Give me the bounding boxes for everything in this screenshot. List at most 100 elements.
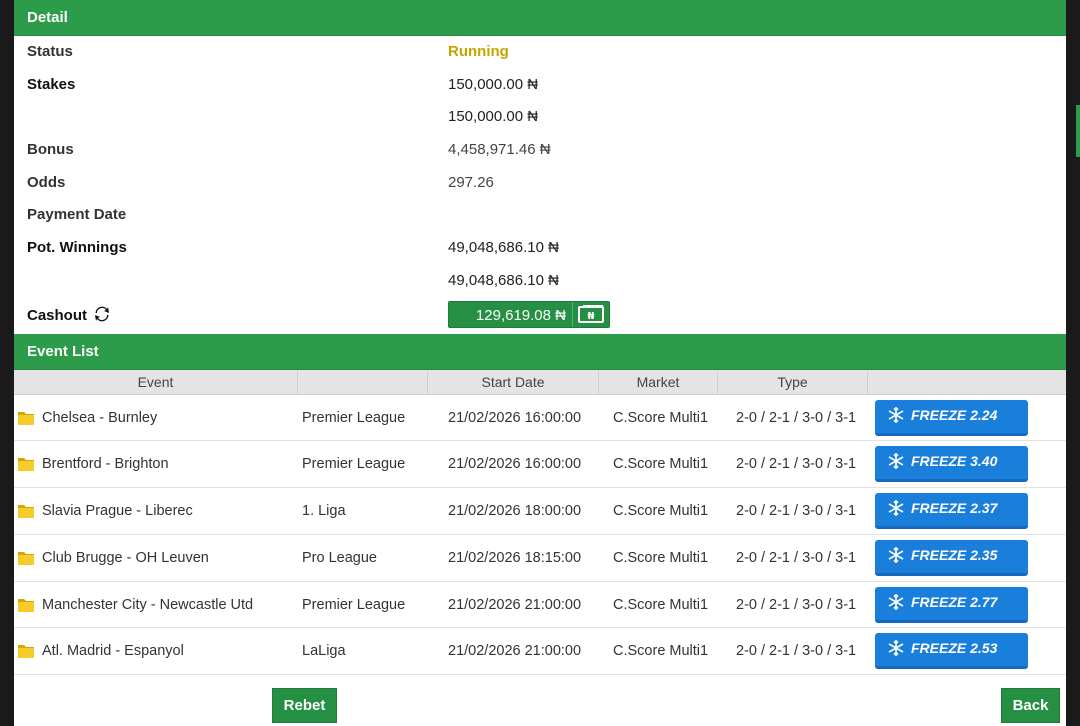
freeze-button[interactable]: FREEZE 2.77 — [875, 586, 1028, 623]
event-type: 2-0 / 2-1 / 3-0 / 3-1 — [736, 503, 857, 520]
bonus-label: Bonus — [27, 141, 74, 159]
event-name[interactable]: Club Brugge - OH Leuven — [42, 535, 209, 581]
snowflake-icon — [888, 546, 904, 563]
event-market: C.Score Multi1 — [613, 596, 709, 613]
event-table-header: Event Start Date Market Type — [14, 369, 1066, 395]
event-market: C.Score Multi1 — [613, 503, 709, 520]
freeze-button[interactable]: FREEZE 2.37 — [875, 493, 1028, 530]
snowflake-icon — [888, 453, 904, 470]
event-market: C.Score Multi1 — [613, 409, 709, 426]
event-rows: Chelsea - Burnley Premier League 21/02/2… — [14, 395, 1066, 676]
back-button[interactable]: Back — [1001, 688, 1060, 723]
snowflake-icon — [888, 593, 904, 610]
event-date: 21/02/2026 18:00:00 — [448, 503, 582, 520]
stakes-label: Stakes — [27, 75, 76, 93]
cashout-label-group: Cashout — [27, 298, 110, 334]
event-market: C.Score Multi1 — [613, 549, 709, 566]
bonus-value: 4,458,971.46 ₦ — [448, 141, 551, 159]
event-market: C.Score Multi1 — [613, 456, 709, 473]
freeze-button[interactable]: FREEZE 3.40 — [875, 446, 1028, 483]
odds-value: 297.26 — [448, 173, 494, 191]
event-name[interactable]: Slavia Prague - Liberec — [42, 488, 193, 534]
table-row: Club Brugge - OH Leuven Pro League 21/02… — [14, 535, 1066, 582]
event-league: Premier League — [302, 456, 406, 473]
event-name[interactable]: Manchester City - Newcastle Utd — [42, 582, 253, 628]
table-row: Atl. Madrid - Espanyol LaLiga 21/02/2026… — [14, 628, 1066, 676]
table-row: Slavia Prague - Liberec 1. Liga 21/02/20… — [14, 488, 1066, 535]
table-row: Manchester City - Newcastle Utd Premier … — [14, 582, 1066, 629]
cashout-label: Cashout — [27, 306, 87, 324]
bonus-row: Bonus 4,458,971.46 ₦ — [14, 134, 1066, 167]
status-row: Status Running — [14, 36, 1066, 69]
event-league: Premier League — [302, 409, 406, 426]
bet-detail-panel: Detail Status Running Stakes 150,000.00 … — [14, 0, 1066, 726]
stakes-row-2: 150,000.00 ₦ — [14, 101, 1066, 134]
event-date: 21/02/2026 21:00:00 — [448, 596, 582, 613]
status-label: Status — [27, 43, 73, 60]
cashout-amount: 129,619.08 ₦ — [475, 306, 566, 324]
event-date: 21/02/2026 16:00:00 — [448, 456, 582, 473]
folder-icon — [18, 598, 34, 612]
freeze-button[interactable]: FREEZE 2.35 — [875, 539, 1028, 576]
freeze-label: FREEZE 2.53 — [911, 640, 998, 657]
col-market: Market — [599, 369, 718, 395]
odds-label: Odds — [27, 173, 66, 191]
cashout-button[interactable]: 129,619.08 ₦ ₦ — [448, 300, 610, 328]
folder-icon — [18, 411, 34, 425]
freeze-button[interactable]: FREEZE 2.53 — [875, 633, 1028, 670]
col-start-date: Start Date — [428, 369, 599, 395]
freeze-label: FREEZE 2.35 — [911, 546, 998, 563]
odds-row: Odds 297.26 — [14, 167, 1066, 200]
event-type: 2-0 / 2-1 / 3-0 / 3-1 — [736, 549, 857, 566]
folder-icon — [18, 645, 34, 659]
side-scroll-marker — [1076, 105, 1080, 157]
event-league: Premier League — [302, 596, 406, 613]
event-name[interactable]: Brentford - Brighton — [42, 441, 169, 487]
event-type: 2-0 / 2-1 / 3-0 / 3-1 — [736, 596, 857, 613]
svg-text:₦: ₦ — [588, 311, 595, 322]
pot-winnings-value-2: 49,048,686.10 ₦ — [448, 271, 559, 289]
event-market: C.Score Multi1 — [613, 643, 709, 660]
pot-winnings-row-2: 49,048,686.10 ₦ — [14, 265, 1066, 298]
event-type: 2-0 / 2-1 / 3-0 / 3-1 — [736, 456, 857, 473]
event-type: 2-0 / 2-1 / 3-0 / 3-1 — [736, 643, 857, 660]
stakes-value-2: 150,000.00 ₦ — [448, 108, 539, 126]
pot-winnings-row: Pot. Winnings 49,048,686.10 ₦ — [14, 232, 1066, 265]
table-row: Chelsea - Burnley Premier League 21/02/2… — [14, 395, 1066, 442]
freeze-label: FREEZE 3.40 — [911, 453, 998, 470]
event-league: LaLiga — [302, 643, 346, 660]
col-type: Type — [718, 369, 868, 395]
folder-icon — [18, 458, 34, 472]
event-league: Pro League — [302, 549, 377, 566]
payment-date-row: Payment Date — [14, 199, 1066, 232]
banknote-icon: ₦ — [573, 302, 609, 327]
event-date: 21/02/2026 21:00:00 — [448, 643, 582, 660]
freeze-label: FREEZE 2.37 — [911, 500, 998, 517]
snowflake-icon — [888, 406, 904, 423]
event-date: 21/02/2026 16:00:00 — [448, 409, 582, 426]
event-date: 21/02/2026 18:15:00 — [448, 549, 582, 566]
payment-date-label: Payment Date — [27, 206, 127, 224]
snowflake-icon — [888, 640, 904, 657]
pot-winnings-label: Pot. Winnings — [27, 239, 127, 257]
col-action — [868, 370, 1066, 395]
table-row: Brentford - Brighton Premier League 21/0… — [14, 441, 1066, 489]
folder-icon — [18, 551, 34, 565]
event-list-header: Event List — [14, 333, 1066, 370]
event-name[interactable]: Chelsea - Burnley — [42, 395, 157, 441]
pot-winnings-value: 49,048,686.10 ₦ — [448, 239, 559, 257]
freeze-label: FREEZE 2.77 — [911, 593, 998, 610]
rebet-button[interactable]: Rebet — [272, 688, 337, 723]
stakes-row: Stakes 150,000.00 ₦ — [14, 69, 1066, 102]
col-league — [298, 369, 428, 395]
stakes-value: 150,000.00 ₦ — [448, 75, 539, 93]
event-name[interactable]: Atl. Madrid - Espanyol — [42, 628, 184, 674]
detail-header: Detail — [14, 0, 1066, 36]
cashout-row: Cashout 129,619.08 ₦ ₦ — [14, 298, 1066, 334]
status-value: Running — [448, 43, 509, 60]
col-event: Event — [14, 369, 298, 395]
event-type: 2-0 / 2-1 / 3-0 / 3-1 — [736, 409, 857, 426]
freeze-button[interactable]: FREEZE 2.24 — [875, 399, 1028, 436]
snowflake-icon — [888, 500, 904, 517]
folder-icon — [18, 505, 34, 519]
